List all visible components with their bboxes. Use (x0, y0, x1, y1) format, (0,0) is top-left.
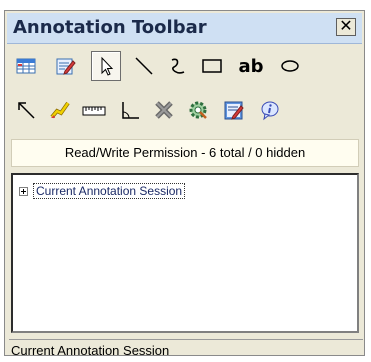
annotation-tools: ab (11, 47, 359, 133)
text-tool-icon[interactable]: ab (233, 51, 269, 81)
angle-icon-graphic (122, 102, 139, 119)
info-icon-graphic (261, 101, 279, 121)
close-button[interactable]: ✕ (336, 18, 356, 36)
settings-icon-graphic (189, 101, 207, 119)
expand-icon[interactable] (19, 186, 28, 196)
select-arrow-icon[interactable] (91, 51, 121, 81)
settings-icon[interactable] (183, 95, 213, 125)
tree-node-root[interactable]: Current Annotation Session (19, 183, 186, 199)
status-bar: Current Annotation Session (9, 339, 363, 362)
arrow-icon-graphic (18, 102, 35, 119)
rectangle-icon[interactable] (197, 51, 227, 81)
ruler-icon[interactable] (79, 95, 109, 125)
angle-icon[interactable] (115, 95, 145, 125)
annotation-tree[interactable]: Current Annotation Session (11, 173, 359, 333)
notes-icon-graphic (224, 101, 244, 120)
annotation-toolbar-window: Annotation Toolbar ✕ ab Read/Write Permi… (4, 10, 365, 358)
highlighter-icon-graphic (50, 101, 70, 119)
ellipse-icon-graphic (281, 60, 299, 72)
delete-icon-graphic (155, 101, 173, 119)
tree-node-label[interactable]: Current Annotation Session (33, 183, 186, 199)
window-title: Annotation Toolbar (13, 17, 207, 38)
info-icon[interactable] (255, 95, 285, 125)
freehand-icon[interactable] (163, 51, 193, 81)
rectangle-icon-graphic (202, 59, 222, 73)
ellipse-icon[interactable] (275, 51, 305, 81)
line-icon[interactable] (129, 51, 159, 81)
title-bar[interactable]: Annotation Toolbar ✕ (7, 13, 362, 44)
ruler-icon-graphic (82, 106, 106, 116)
spreadsheet-icon[interactable] (11, 51, 41, 81)
edit-document-icon-graphic (56, 58, 76, 75)
freehand-icon-graphic (171, 58, 185, 74)
spreadsheet-icon-graphic (16, 58, 36, 74)
arrow-icon[interactable] (11, 95, 41, 125)
permission-summary: Read/Write Permission - 6 total / 0 hidd… (11, 139, 359, 167)
delete-icon[interactable] (149, 95, 179, 125)
select-arrow-icon-graphic (101, 56, 114, 76)
highlighter-icon[interactable] (45, 95, 75, 125)
line-icon-graphic (135, 57, 153, 75)
notes-icon[interactable] (219, 95, 249, 125)
edit-document-icon[interactable] (51, 51, 81, 81)
